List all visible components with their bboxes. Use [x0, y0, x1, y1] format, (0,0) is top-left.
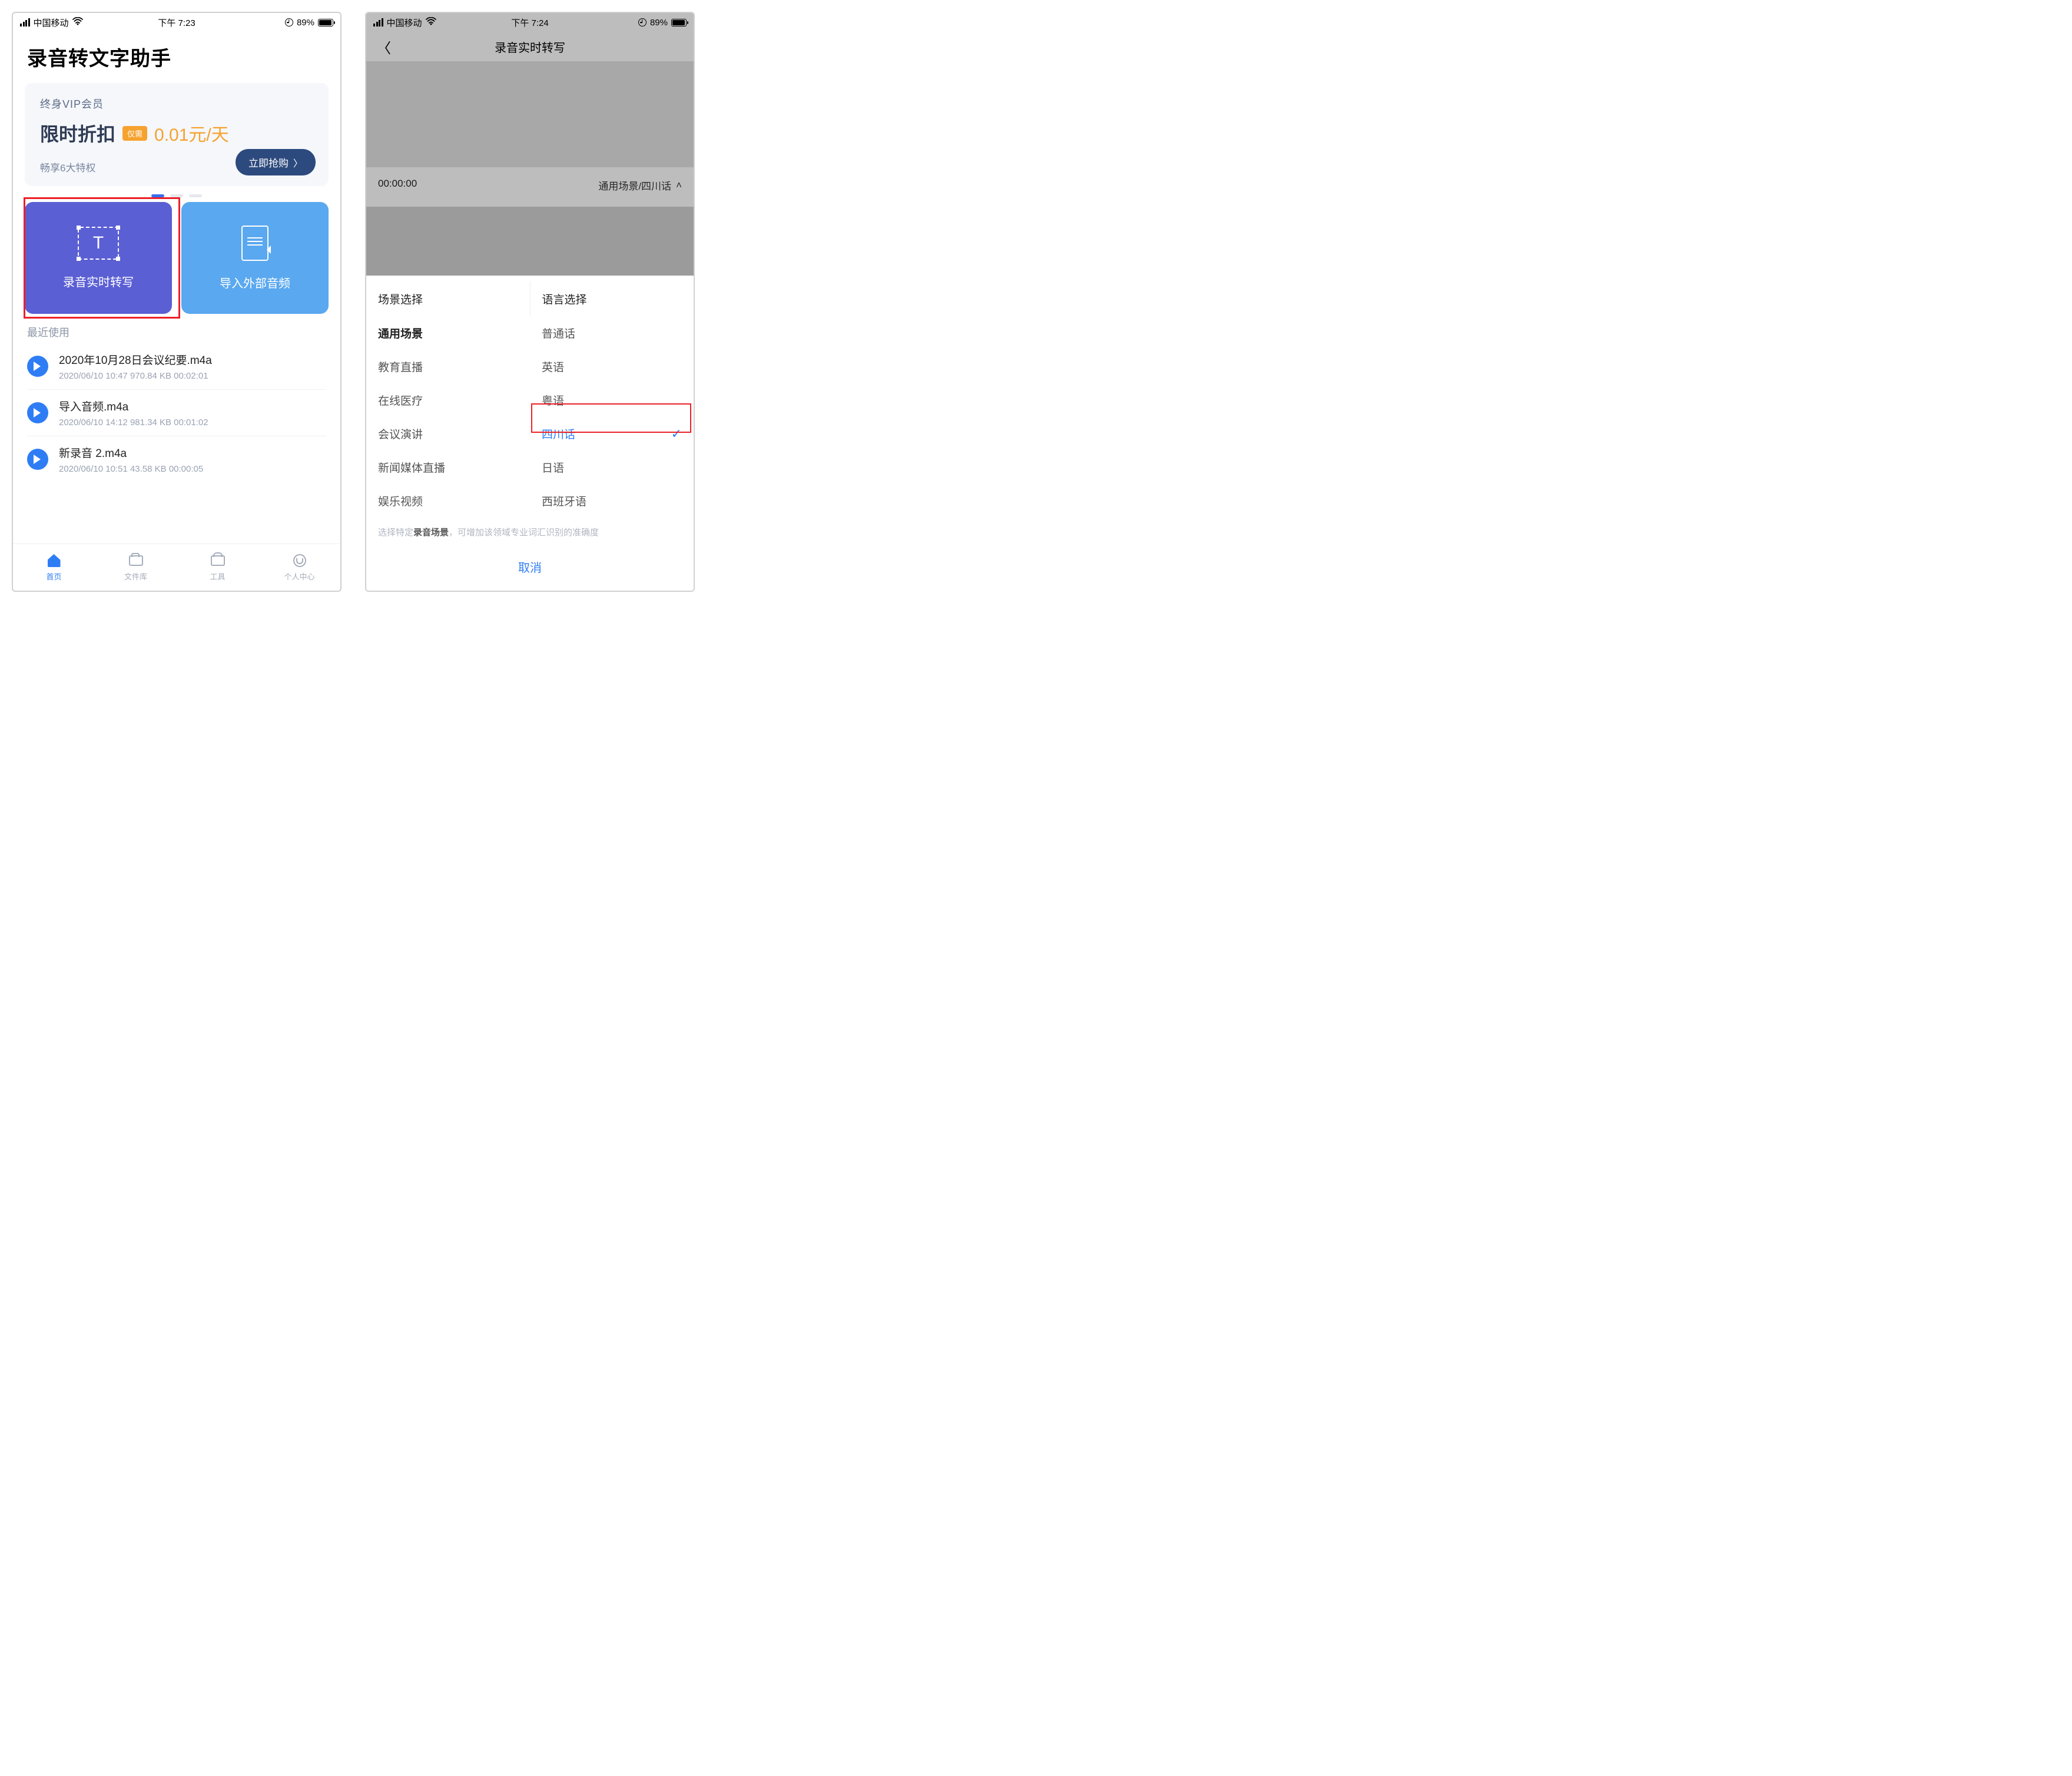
file-row[interactable]: 2020年10月28日会议纪要.m4a 2020/06/10 10:47 970…	[13, 343, 340, 389]
vip-banner[interactable]: 终身VIP会员 限时折扣 仅需 0.01元/天 畅享6大特权 立即抢购 〉	[25, 83, 329, 186]
wifi-icon	[426, 17, 436, 28]
import-file-icon	[241, 226, 268, 261]
scene-option[interactable]: 教育直播	[366, 350, 530, 383]
play-icon[interactable]	[27, 402, 48, 423]
realtime-card-label: 录音实时转写	[63, 273, 134, 290]
check-icon: ✓	[671, 426, 682, 442]
hint-em: 录音场景	[413, 528, 449, 538]
alarm-icon	[638, 18, 647, 26]
status-bar: 中国移动 下午 7:24 89%	[366, 13, 694, 32]
scene-option[interactable]: 娱乐视频	[366, 484, 530, 518]
import-audio-card[interactable]: 导入外部音频	[181, 202, 329, 314]
tab-me[interactable]: 个人中心	[258, 544, 340, 591]
lang-column: 普通话 英语 粤语 四川话 ✓ 日语 西班牙语	[530, 316, 694, 518]
lang-option[interactable]: 粤语	[530, 383, 694, 417]
lang-option[interactable]: 西班牙语	[530, 484, 694, 518]
file-meta: 2020/06/10 14:12 981.34 KB 00:01:02	[59, 418, 208, 428]
tab-tools-label: 工具	[210, 571, 225, 582]
tab-bar: 首页 文件库 工具 个人中心	[13, 544, 340, 591]
scene-option[interactable]: 新闻媒体直播	[366, 450, 530, 484]
user-icon	[293, 554, 306, 567]
import-card-label: 导入外部音频	[220, 274, 290, 291]
hint-post: ，可增加该领域专业词汇识别的准确度	[449, 528, 599, 538]
hint-pre: 选择特定	[378, 528, 413, 538]
scene-option[interactable]: 通用场景	[366, 316, 530, 350]
tab-me-label: 个人中心	[284, 571, 314, 582]
tab-files-label: 文件库	[124, 571, 147, 582]
battery-pct: 89%	[297, 18, 314, 28]
alarm-icon	[285, 18, 293, 26]
battery-icon	[318, 19, 333, 26]
scene-option[interactable]: 在线医疗	[366, 383, 530, 417]
realtime-transcribe-card[interactable]: T 录音实时转写	[25, 202, 172, 314]
wifi-icon	[72, 17, 83, 28]
timer-label: 00:00:00	[378, 178, 417, 193]
nav-bar: 〈 录音实时转写	[366, 32, 694, 61]
file-name: 新录音 2.m4a	[59, 445, 203, 460]
back-button[interactable]: 〈	[377, 37, 391, 57]
signal-icon	[20, 18, 30, 26]
recent-label: 最近使用	[13, 314, 340, 343]
scene-option[interactable]: 会议演讲	[366, 417, 530, 450]
tab-files[interactable]: 文件库	[95, 544, 177, 591]
chevron-up-icon: ˄	[676, 180, 682, 191]
file-meta: 2020/06/10 10:47 970.84 KB 00:02:01	[59, 371, 212, 381]
tab-tools[interactable]: 工具	[177, 544, 258, 591]
text-frame-icon: T	[78, 227, 119, 260]
tab-home[interactable]: 首页	[13, 544, 95, 591]
play-icon[interactable]	[27, 356, 48, 377]
page-title: 录音转文字助手	[27, 42, 326, 71]
carrier-label: 中国移动	[387, 16, 422, 29]
carrier-label: 中国移动	[34, 16, 69, 29]
phone-screen-home: 中国移动 下午 7:23 89% 录音转文字助手 终身VIP会员 限时折扣 仅需…	[12, 12, 342, 592]
scene-header: 场景选择	[366, 281, 531, 316]
status-bar: 中国移动 下午 7:23 89%	[13, 13, 340, 32]
phone-screen-transcribe: 中国移动 下午 7:24 89% 〈 录音实时转写 00:00:00	[365, 12, 695, 592]
home-icon	[48, 554, 61, 567]
clock-label: 下午 7:24	[511, 16, 548, 29]
tab-home-label: 首页	[46, 571, 61, 582]
scene-lang-label: 通用场景/四川话	[598, 178, 671, 193]
toolbox-icon	[211, 555, 225, 566]
signal-icon	[373, 18, 383, 26]
play-icon[interactable]	[27, 449, 48, 470]
clock-label: 下午 7:23	[158, 16, 195, 29]
lang-option-selected[interactable]: 四川话 ✓	[530, 417, 694, 450]
sheet-hint: 选择特定录音场景，可增加该领域专业词汇识别的准确度	[366, 518, 694, 546]
file-row[interactable]: 导入音频.m4a 2020/06/10 14:12 981.34 KB 00:0…	[13, 390, 340, 436]
chevron-right-icon: 〉	[293, 155, 303, 170]
vip-buy-label: 立即抢购	[248, 155, 289, 170]
waveform-area	[366, 61, 694, 167]
battery-pct: 89%	[650, 18, 668, 28]
scene-lang-selector[interactable]: 通用场景/四川话 ˄	[598, 178, 682, 193]
selection-sheet: 场景选择 语言选择 通用场景 教育直播 在线医疗 会议演讲 新闻媒体直播 娱乐视…	[366, 276, 694, 591]
lang-option-label: 四川话	[542, 429, 575, 441]
timer-row: 00:00:00 通用场景/四川话 ˄	[366, 167, 694, 203]
file-meta: 2020/06/10 10:51 43.58 KB 00:00:05	[59, 464, 203, 474]
lang-option[interactable]: 日语	[530, 450, 694, 484]
lang-option[interactable]: 普通话	[530, 316, 694, 350]
vip-buy-button[interactable]: 立即抢购 〉	[236, 149, 316, 175]
battery-icon	[671, 19, 687, 26]
vip-tag: 仅需	[122, 126, 147, 141]
scene-column: 通用场景 教育直播 在线医疗 会议演讲 新闻媒体直播 娱乐视频	[366, 316, 530, 518]
lang-header: 语言选择	[531, 281, 694, 316]
vip-top-label: 终身VIP会员	[40, 96, 313, 111]
nav-title: 录音实时转写	[495, 38, 565, 55]
vip-discount-label: 限时折扣	[40, 120, 115, 147]
file-name: 2020年10月28日会议纪要.m4a	[59, 352, 212, 367]
folder-icon	[129, 555, 143, 566]
file-name: 导入音频.m4a	[59, 398, 208, 414]
cancel-button[interactable]: 取消	[366, 546, 694, 591]
lang-option[interactable]: 英语	[530, 350, 694, 383]
vip-price: 0.01元/天	[154, 120, 229, 146]
pager-dots	[13, 194, 340, 197]
file-row[interactable]: 新录音 2.m4a 2020/06/10 10:51 43.58 KB 00:0…	[13, 436, 340, 482]
